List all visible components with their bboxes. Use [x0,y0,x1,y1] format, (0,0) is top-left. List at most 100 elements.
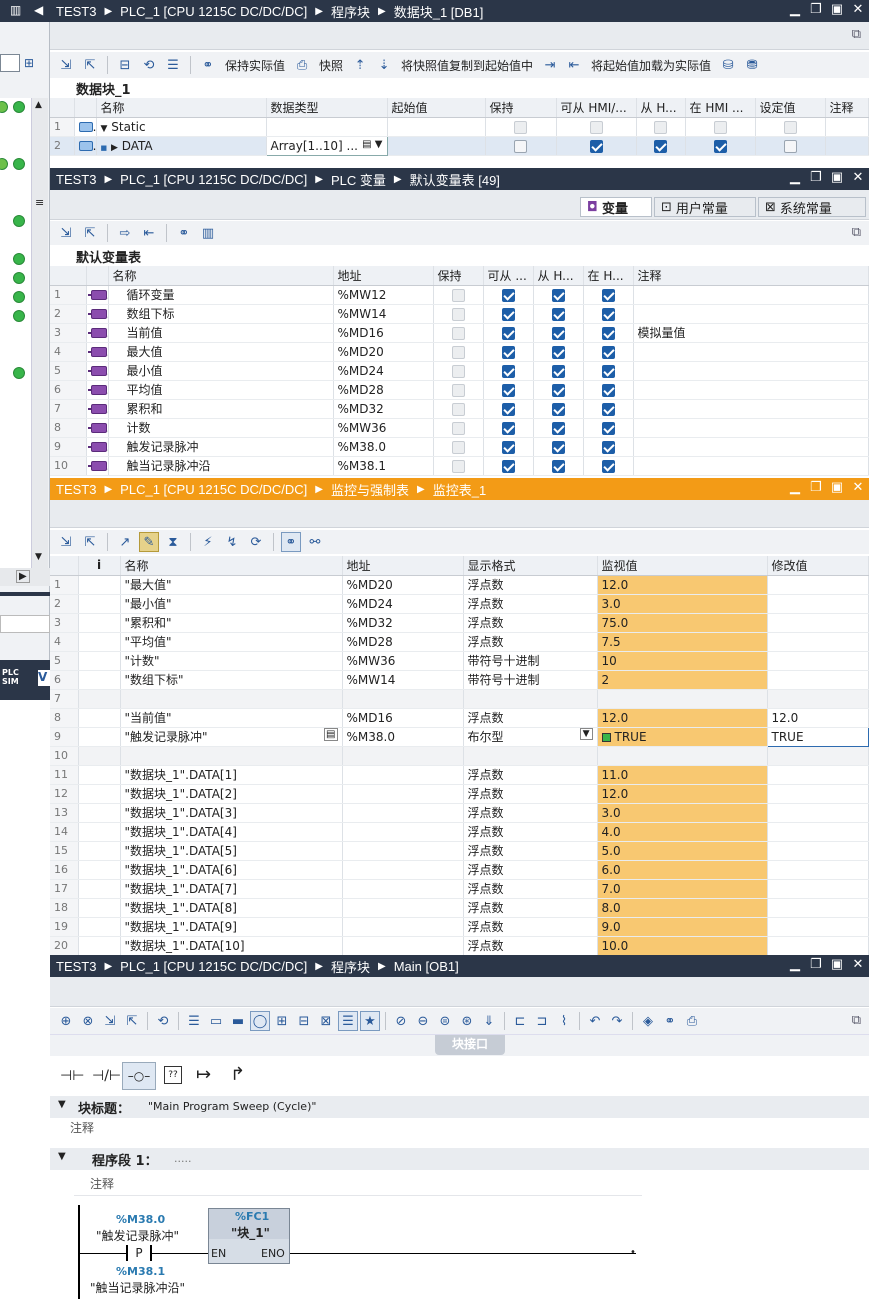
tag-info-icon[interactable]: ⊠ [316,1011,336,1031]
row-name-cell[interactable]: ■ ▶ DATA [96,136,267,156]
retain-checkbox[interactable] [514,139,527,153]
col-from-h[interactable]: 从 H... [636,98,686,118]
breadcrumb-blocks[interactable]: 程序块 [331,2,370,21]
hmi-checkbox[interactable] [501,345,515,359]
retain-cell[interactable] [433,285,484,305]
panel-layout-icon[interactable]: ⧉ [852,27,861,42]
watch-format-cell[interactable]: 浮点数 [463,765,598,785]
collapse-left-icon[interactable]: ◀ [34,3,43,17]
watch-name-cell[interactable]: "数据块_1".DATA[4] [120,822,343,842]
from-h-cell[interactable] [533,380,584,400]
insert-network-icon[interactable]: ⊕ [56,1011,76,1031]
tab-variables[interactable]: ◘ 变量 [580,197,652,217]
from-h-checkbox[interactable] [654,120,667,134]
watch-address[interactable] [342,898,464,918]
watch-modify-value[interactable] [767,879,869,899]
scroll-up-icon[interactable]: ▲ [35,100,42,110]
watch-modify-value[interactable] [767,822,869,842]
table-row[interactable]: 18 "数据块_1".DATA[8] 浮点数 8.0 [50,898,869,918]
table-row[interactable]: 2 数组下标 %MW14 [50,304,869,324]
tag-address[interactable]: %MD24 [333,361,434,381]
watch-format-cell[interactable]: 带符号十进制 [463,670,598,690]
watch-modify-value[interactable]: TRUE [766,726,869,747]
watch-name-cell[interactable]: "数据块_1".DATA[7] [120,879,343,899]
from-h-cell[interactable] [533,285,584,305]
plc-status-icon[interactable]: ◈ [638,1011,658,1031]
watch-name-cell[interactable]: "当前值" [120,708,343,728]
watch-modify-value[interactable] [767,651,869,671]
list-icon[interactable]: ☰ [184,1011,204,1031]
fc-name[interactable]: "块_1" [231,1224,270,1241]
from-h-checkbox[interactable] [654,139,667,153]
in-h-cell[interactable] [583,285,634,305]
tag-name[interactable]: 累积和 [108,399,334,419]
breadcrumb-plc[interactable]: PLC_1 [CPU 1215C DC/DC/DC] [120,482,307,497]
retain-checkbox[interactable] [451,440,465,454]
refresh-icon[interactable]: ⊛ [457,1011,477,1031]
breadcrumb-project[interactable]: TEST3 [56,482,96,497]
watch-format-cell[interactable]: 浮点数 [463,803,598,823]
tag-comment[interactable] [633,399,869,419]
expand-icon[interactable]: ⊟ [115,55,135,75]
close-icon[interactable]: ✕ [851,480,865,494]
watch-address[interactable]: %MD32 [342,613,464,633]
force-icon[interactable]: ⚡ [198,532,218,552]
watch-name-cell[interactable]: "最大值" [120,575,343,595]
retain-cell[interactable] [433,304,484,324]
from-h-checkbox[interactable] [551,383,565,397]
collapse-icon[interactable]: ▼ [58,1099,66,1110]
in-h-checkbox[interactable] [601,383,615,397]
col-format[interactable]: 显示格式 [463,556,598,576]
tag-address[interactable]: %M38.1 [333,456,434,476]
network-title[interactable]: ..... [174,1152,191,1165]
from-h-checkbox[interactable] [551,288,565,302]
in-h-cell[interactable] [583,456,634,476]
hmi-cell[interactable] [483,342,534,362]
watch-format-cell[interactable]: 浮点数 [463,822,598,842]
table-row[interactable]: 15 "数据块_1".DATA[5] 浮点数 5.0 [50,841,869,861]
columns-icon[interactable]: ▥ [198,223,218,243]
table-row[interactable]: 8 计数 %MW36 [50,418,869,438]
monitor-single-icon[interactable]: ⚯ [305,532,325,552]
col-name[interactable]: 名称 [108,266,334,286]
empty-box-icon[interactable]: ?? [164,1066,182,1084]
hmi-checkbox[interactable] [501,440,515,454]
watch-name-cell[interactable] [120,746,343,766]
tag-address[interactable]: %M38.0 [333,437,434,457]
insert-row-icon[interactable]: ⇲ [56,532,76,552]
col-name[interactable]: 名称 [96,98,267,118]
in-h-checkbox[interactable] [601,402,615,416]
watch-modify-value[interactable] [767,860,869,880]
hmi-cell[interactable] [483,437,534,457]
hmi-cell[interactable] [483,399,534,419]
watch-format-cell[interactable]: 浮点数 [463,708,598,728]
hmi-cell[interactable] [483,285,534,305]
in-h-checkbox[interactable] [601,307,615,321]
type-dropdown-icon[interactable]: ▤ ▼ [362,139,382,150]
tag-name[interactable]: 最小值 [108,361,334,381]
grid-view-icon[interactable]: ⊞ [24,56,34,70]
col-hmi[interactable]: 可从 ... [483,266,534,286]
minimize-icon[interactable]: ▁ [788,480,802,494]
col-address[interactable]: 地址 [342,556,464,576]
restore-icon[interactable]: ❐ [809,2,823,16]
col-name[interactable]: 名称 [120,556,343,576]
coil-icon[interactable]: –○– [122,1062,156,1090]
window-icon[interactable]: ▭ [206,1011,226,1031]
from-h-checkbox[interactable] [551,345,565,359]
table-row[interactable]: 7 [50,689,869,709]
go-to-error-icon[interactable]: ⊘ [391,1011,411,1031]
add-row-icon[interactable]: ⇱ [80,55,100,75]
watch-address[interactable] [342,689,464,709]
watch-modify-value[interactable] [767,784,869,804]
tag-address[interactable]: %MD16 [333,323,434,343]
table-row[interactable]: 11 "数据块_1".DATA[1] 浮点数 11.0 [50,765,869,785]
panel-icon[interactable]: ▥ [10,3,21,17]
watch-modify-value[interactable] [767,765,869,785]
table-row[interactable]: 10 [50,746,869,766]
watch-modify-value[interactable] [767,632,869,652]
watch-address[interactable] [342,784,464,804]
hmi-checkbox[interactable] [501,307,515,321]
retain-cell[interactable] [433,323,484,343]
from-h-cell[interactable] [533,323,584,343]
